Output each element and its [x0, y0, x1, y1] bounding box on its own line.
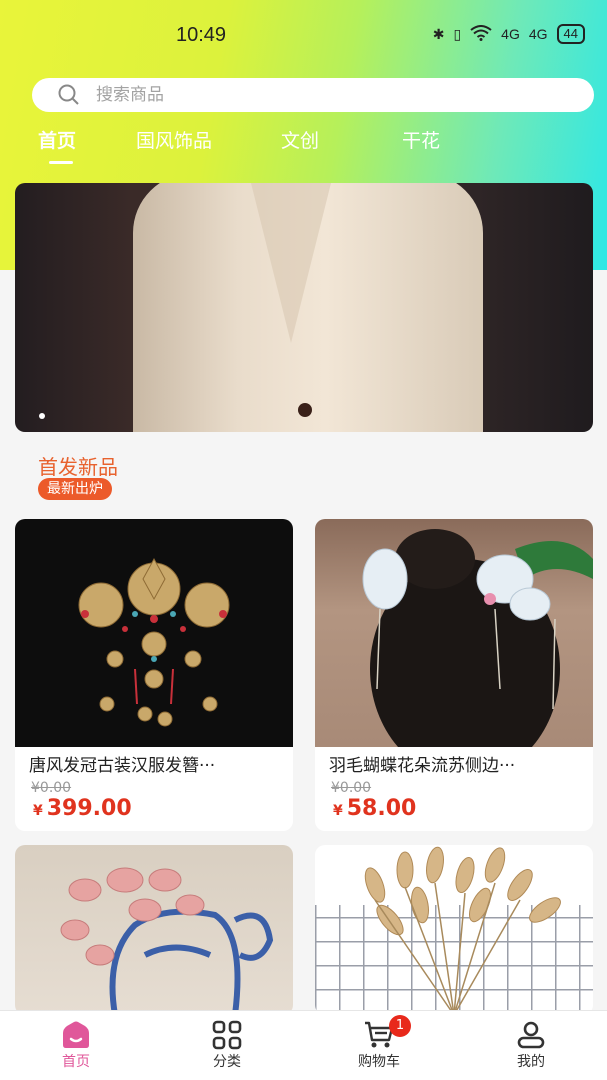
currency-symbol: ¥ [33, 803, 43, 819]
nav-home[interactable]: 首页 [36, 1019, 116, 1071]
product-card[interactable] [15, 845, 293, 1015]
signal-icon: 4G [501, 26, 520, 42]
product-image [315, 846, 593, 1015]
search-icon [58, 84, 79, 105]
cart-count-badge: 1 [389, 1015, 411, 1037]
nav-label: 购物车 [358, 1054, 400, 1070]
search-bar[interactable] [32, 78, 594, 112]
product-image [15, 519, 293, 747]
grid-icon [212, 1020, 242, 1050]
product-original-price: ¥0.00 [331, 780, 372, 796]
tab-home[interactable]: 首页 [38, 126, 76, 153]
tab-cultural-creative[interactable]: 文创 [281, 126, 319, 153]
banner-image-detail [251, 183, 331, 343]
status-icons: ✱ ▯ 4G 4G 44 [433, 24, 585, 44]
carousel-dot[interactable] [39, 413, 45, 419]
signal-icon: 4G [528, 26, 548, 42]
carousel-indicator [39, 413, 45, 419]
product-image [60, 867, 274, 1015]
nav-label: 首页 [62, 1054, 90, 1070]
nav-cart[interactable]: 1 购物车 [339, 1015, 419, 1071]
product-card[interactable] [315, 845, 593, 1015]
product-price: ¥399.00 [15, 796, 293, 821]
tab-guofeng-accessories[interactable]: 国风饰品 [136, 126, 212, 153]
nav-label: 我的 [517, 1054, 545, 1070]
price-value: 58.00 [346, 796, 417, 821]
product-price: ¥58.00 [315, 796, 593, 821]
product-name: 唐风发冠古装汉服发簪··· [29, 756, 216, 776]
tab-dried-flowers[interactable]: 干花 [402, 126, 440, 153]
wifi-icon [470, 24, 492, 44]
banner-carousel[interactable] [15, 183, 593, 432]
search-input[interactable] [96, 85, 536, 105]
bluetooth-icon: ✱ [432, 25, 445, 42]
section-badge: 最新出炉 [38, 478, 112, 500]
category-tabs: 首页 国风饰品 文创 干花 [0, 126, 607, 166]
status-bar: 10:49 ✱ ▯ 4G 4G 44 [0, 0, 607, 74]
nav-profile[interactable]: 我的 [491, 1019, 571, 1071]
user-icon [517, 1021, 545, 1049]
home-icon [63, 1021, 89, 1048]
product-image [315, 519, 593, 747]
vibrate-icon: ▯ [453, 25, 462, 42]
status-time: 10:49 [176, 24, 227, 46]
section-title: 首发新品 [38, 455, 118, 479]
banner-image-detail [298, 403, 312, 417]
currency-symbol: ¥ [333, 803, 343, 819]
product-original-price: ¥0.00 [31, 780, 72, 796]
nav-category[interactable]: 分类 [187, 1019, 267, 1071]
product-card[interactable]: 羽毛蝴蝶花朵流苏侧边··· ¥0.00 ¥58.00 [315, 519, 593, 831]
price-value: 399.00 [46, 796, 132, 821]
product-name: 羽毛蝴蝶花朵流苏侧边··· [329, 756, 516, 776]
nav-label: 分类 [213, 1054, 241, 1070]
bottom-nav: 首页 分类 1 购物车 我的 [0, 1010, 607, 1080]
battery-icon: 44 [556, 24, 585, 44]
active-tab-indicator [49, 161, 73, 164]
product-card[interactable]: 唐风发冠古装汉服发簪··· ¥0.00 ¥399.00 [15, 519, 293, 831]
